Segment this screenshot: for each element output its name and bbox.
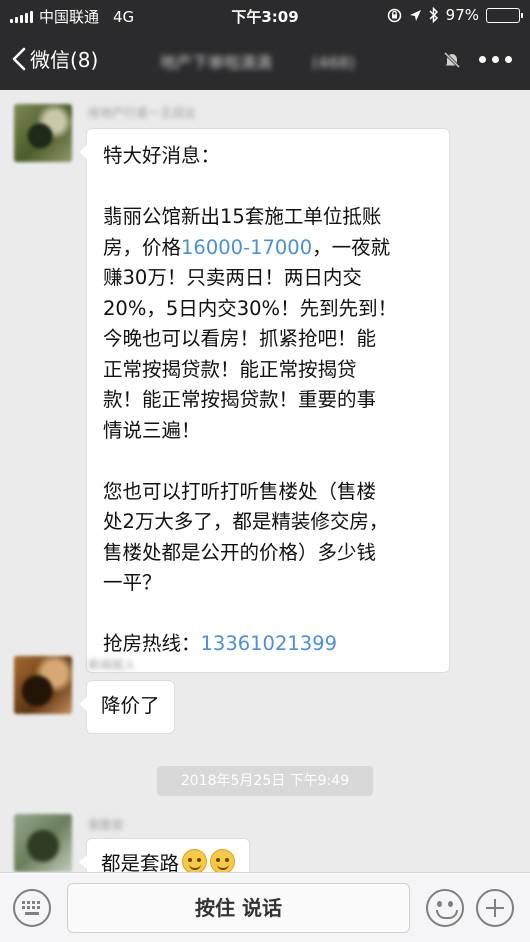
message-bubble[interactable]: 降价了: [79, 680, 175, 734]
message-line: 售楼处都是公开的价格）多少钱: [103, 540, 377, 564]
avatar[interactable]: [14, 814, 72, 872]
back-chevron-icon: [12, 47, 26, 70]
message-line: 特大好消息：: [103, 144, 221, 167]
battery-icon: [486, 7, 523, 23]
group-name: 地产下单啦滴滴: [160, 53, 273, 72]
battery-percent: 97%: [445, 6, 479, 24]
hotline-phone-link[interactable]: 13361021399: [201, 632, 337, 655]
message-line: 一平？: [103, 571, 162, 594]
plus-icon[interactable]: [476, 889, 514, 927]
message-line: 正常按揭贷款！能正常按揭贷: [103, 357, 357, 381]
sender-name: 新闻就人: [88, 658, 137, 672]
message-line: 都是套路: [101, 849, 236, 872]
smirk-emoji-icon: [182, 849, 208, 872]
status-right: 97%: [387, 6, 523, 24]
avatar[interactable]: [14, 656, 72, 714]
back-button[interactable]: 微信(8): [12, 44, 98, 73]
input-bar: 按住 说话: [0, 872, 530, 942]
timestamp: 2018年5月25日 下午9:49: [157, 766, 373, 796]
more-icon[interactable]: [479, 56, 512, 63]
hold-to-talk-button[interactable]: 按住 说话: [67, 883, 410, 933]
message-text: 都是套路: [101, 852, 180, 872]
message-text: 降价了: [101, 694, 160, 717]
message-line: 处2万大多了，都是精装修交房，: [103, 510, 389, 533]
message-line: 赚30万！只卖两日！两日内交: [103, 266, 362, 289]
sender-name: 房地产行者一王润业: [88, 106, 197, 120]
rotation-lock-icon: [387, 8, 401, 22]
member-count: (468): [312, 53, 356, 72]
message-line: 抢房热线：13361021399: [103, 632, 337, 655]
message-line: 20%，5日内交30%！先到先到！: [103, 296, 398, 320]
message-line: 房，价格16000-17000，一夜就: [103, 235, 391, 259]
keyboard-icon[interactable]: [13, 889, 51, 927]
chat-area[interactable]: 房地产行者一王润业 特大好消息： 翡丽公馆新出15套施工单位抵账 房，价格160…: [0, 90, 530, 872]
chat-title[interactable]: 地产下单啦滴滴 (468): [160, 49, 355, 73]
avatar[interactable]: [14, 104, 72, 162]
price-link[interactable]: 16000-17000: [181, 236, 312, 259]
message-line: 情说三遍！: [103, 418, 201, 442]
status-bar: 中国联通 4G 下午3:09 97%: [0, 0, 530, 30]
message-bubble[interactable]: 都是套路: [78, 838, 251, 872]
message-line: 款！能正常按揭贷款！重要的事: [103, 388, 377, 411]
nav-bar: 微信(8) 地产下单啦滴滴 (468): [0, 30, 530, 90]
smirk-emoji-icon: [210, 849, 236, 872]
location-icon: [409, 9, 421, 21]
message-line: 您也可以打听打听售楼处（售楼: [103, 479, 377, 503]
bluetooth-icon: [429, 7, 438, 23]
message-line: 今晚也可以看房！抓紧抢吧！能: [103, 327, 377, 350]
emoji-icon[interactable]: [426, 889, 464, 927]
sender-name: 张歌安: [88, 818, 125, 832]
message-line: 翡丽公馆新出15套施工单位抵账: [103, 205, 382, 228]
back-label: 微信(8): [30, 48, 99, 72]
message-bubble[interactable]: 特大好消息： 翡丽公馆新出15套施工单位抵账 房，价格16000-17000，一…: [79, 128, 450, 673]
mute-bell-icon: [443, 51, 461, 69]
